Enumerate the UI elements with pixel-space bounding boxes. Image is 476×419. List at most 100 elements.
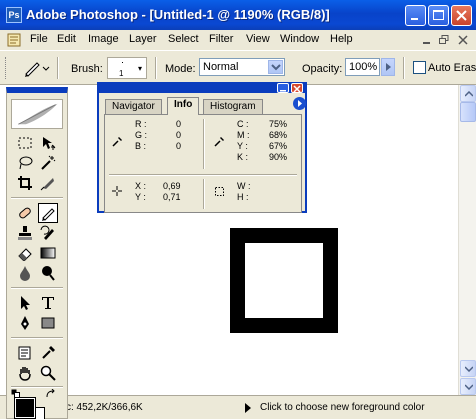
options-bar: Brush: 1 ▾ Mode: Normal Opacity: 100% Au… [0, 50, 476, 85]
info-m-value: 68% [268, 130, 287, 140]
tab-histogram[interactable]: Histogram [203, 99, 263, 114]
menu-select[interactable]: Select [168, 33, 199, 45]
scroll-thumb[interactable] [460, 102, 476, 122]
swap-colors-icon[interactable] [45, 389, 57, 399]
palette-close-button[interactable] [291, 83, 303, 93]
palette-menu-button[interactable] [293, 97, 306, 110]
tab-navigator[interactable]: Navigator [105, 99, 162, 114]
menu-image[interactable]: Image [88, 33, 119, 45]
scroll-up-button[interactable] [460, 85, 476, 102]
menu-layer[interactable]: Layer [129, 33, 157, 45]
separator [11, 197, 63, 199]
crop-tool[interactable] [15, 173, 35, 193]
auto-erase-checkbox[interactable] [413, 61, 426, 74]
pencil-tool[interactable] [38, 203, 58, 223]
eraser-icon [18, 248, 32, 261]
arrow-pointer-icon [21, 296, 30, 310]
opacity-slider-button[interactable] [381, 58, 395, 76]
zoom-tool[interactable] [38, 363, 58, 383]
options-grip[interactable] [5, 57, 8, 79]
eraser-tool[interactable] [15, 243, 35, 263]
info-h-label: H : [237, 192, 249, 202]
mode-value: Normal [203, 61, 239, 73]
path-selection-tool[interactable] [15, 293, 35, 313]
gradient-tool[interactable] [38, 243, 58, 263]
hand-tool[interactable] [15, 363, 35, 383]
type-tool[interactable] [38, 293, 58, 313]
close-button[interactable] [451, 5, 472, 26]
selection-size-icon [215, 187, 224, 196]
info-g-label: G : [135, 130, 148, 140]
info-palette: Navigator Info Histogram R : 0 G : 0 B :… [97, 82, 307, 213]
crop-icon [18, 176, 32, 190]
vertical-scrollbar[interactable] [458, 85, 476, 395]
mode-dropdown-button[interactable] [268, 60, 283, 74]
dodge-icon [42, 266, 55, 281]
mode-select[interactable]: Normal [199, 58, 285, 76]
info-g-value: 0 [175, 130, 181, 140]
marquee-tool[interactable] [15, 133, 35, 153]
doc-restore-icon[interactable] [437, 33, 451, 47]
clone-stamp-tool[interactable] [15, 223, 35, 243]
chevron-right-icon [386, 63, 391, 71]
eyedropper-icon[interactable] [213, 136, 225, 148]
minimize-icon [411, 18, 418, 20]
separator [403, 57, 405, 79]
info-x-value: 0,69 [163, 181, 181, 191]
pen-tool[interactable] [15, 313, 35, 333]
palette-minimize-button[interactable] [277, 83, 289, 93]
menu-filter[interactable]: Filter [209, 33, 233, 45]
separator [109, 174, 297, 176]
info-k-value: 90% [268, 152, 287, 162]
shape-tool[interactable] [38, 313, 58, 333]
photoshop-app-icon[interactable]: Ps [6, 7, 22, 23]
adobe-online-feather-icon[interactable] [11, 99, 63, 129]
pencil-icon [42, 208, 55, 221]
menu-file[interactable]: File [30, 33, 48, 45]
menu-help[interactable]: Help [330, 33, 353, 45]
menu-window[interactable]: Window [280, 33, 319, 45]
status-message: Click to choose new foreground color [260, 402, 425, 413]
doc-minimize-icon[interactable] [420, 33, 434, 47]
separator [155, 57, 157, 79]
palette-tabs: Navigator Info Histogram [103, 97, 303, 115]
scroll-down-button[interactable] [460, 360, 476, 377]
document-icon[interactable] [7, 32, 23, 48]
healing-brush-tool[interactable] [15, 203, 35, 223]
separator [203, 179, 205, 209]
scroll-page-down-button[interactable] [460, 378, 476, 395]
menu-edit[interactable]: Edit [57, 33, 76, 45]
move-tool[interactable] [38, 133, 58, 153]
separator [11, 386, 63, 388]
brush-picker[interactable]: 1 ▾ [107, 57, 147, 79]
rectangle-icon [41, 317, 55, 329]
menu-view[interactable]: View [246, 33, 270, 45]
brush-size: 1 [119, 69, 124, 78]
foreground-color-swatch[interactable] [14, 397, 36, 419]
info-c-label: C : [237, 119, 249, 129]
minimize-button[interactable] [405, 5, 426, 26]
magic-wand-tool[interactable] [38, 153, 58, 173]
status-arrow-icon[interactable] [241, 401, 255, 415]
tab-info[interactable]: Info [167, 97, 200, 115]
eyedropper-icon[interactable] [111, 136, 123, 148]
opacity-value: 100% [349, 61, 378, 73]
blur-tool[interactable] [15, 263, 35, 283]
maximize-button[interactable] [428, 5, 449, 26]
separator [203, 119, 205, 169]
notes-tool[interactable] [15, 343, 35, 363]
opacity-input[interactable]: 100% [345, 58, 380, 76]
magic-wand-icon [41, 155, 56, 170]
doc-close-icon[interactable] [456, 33, 470, 47]
info-y-value: 67% [268, 141, 287, 151]
dodge-tool[interactable] [38, 263, 58, 283]
type-icon [42, 297, 54, 309]
lasso-tool[interactable] [15, 153, 35, 173]
menu-bar: File Edit Image Layer Select Filter View… [0, 30, 476, 50]
history-brush-tool[interactable] [38, 223, 58, 243]
eyedropper-tool[interactable] [38, 343, 58, 363]
pencil-tool-preset-icon[interactable] [20, 57, 50, 79]
document-size-info[interactable]: c: 452,2K/366,6K [66, 402, 143, 413]
eyedropper-icon [42, 346, 55, 359]
slice-tool[interactable] [38, 173, 58, 193]
